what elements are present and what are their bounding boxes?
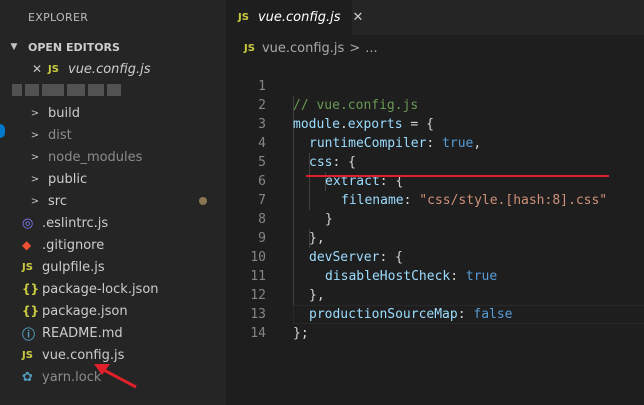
- json-file-icon: {}: [22, 304, 40, 318]
- code-line: 4 css: {: [258, 136, 356, 170]
- tree-file-readme[interactable]: ⓘ README.md: [0, 322, 226, 344]
- tree-label: node_modules: [48, 149, 143, 165]
- chevron-down-icon: ▼: [10, 42, 18, 52]
- tree-folder-public[interactable]: > public: [0, 168, 226, 190]
- breadcrumb: JS vue.config.js > ...: [244, 38, 378, 58]
- open-editor-item[interactable]: ✕ JS vue.config.js: [0, 58, 226, 80]
- chevron-right-icon: >: [30, 173, 40, 185]
- tree-label: gulpfile.js: [42, 259, 105, 275]
- info-icon: ⓘ: [22, 327, 36, 343]
- breadcrumb-file[interactable]: vue.config.js: [262, 41, 344, 56]
- tree-label: .eslintrc.js: [42, 215, 109, 231]
- tree-folder-node-modules[interactable]: > node_modules: [0, 146, 226, 168]
- open-editor-label: vue.config.js: [68, 61, 151, 77]
- modified-dot-icon: [199, 197, 207, 205]
- chevron-right-icon: >: [30, 129, 40, 141]
- tree-label: .gitignore: [42, 237, 105, 253]
- tree-file-gitignore[interactable]: ◆ .gitignore: [0, 234, 226, 256]
- redacted-folder-name: [12, 84, 121, 98]
- js-file-icon: JS: [238, 12, 249, 23]
- tree-folder-dist[interactable]: > dist: [0, 124, 226, 146]
- tree-label: README.md: [42, 325, 123, 341]
- code-line: 8 },: [258, 212, 325, 246]
- open-editors-label: OPEN EDITORS: [28, 40, 120, 54]
- explorer-sidebar: EXPLORER ▼ OPEN EDITORS ✕ JS vue.config.…: [0, 0, 226, 405]
- tree-file-package-lock[interactable]: {} package-lock.json: [0, 278, 226, 300]
- code-line: 12 productionSourceMap: false: [250, 288, 513, 322]
- git-icon: ◆: [22, 238, 32, 252]
- code-line: 5 extract: {: [258, 155, 404, 189]
- tree-folder-src[interactable]: > src: [0, 190, 226, 212]
- chevron-right-icon: >: [30, 151, 40, 163]
- chevron-right-icon: >: [30, 107, 40, 119]
- json-file-icon: {}: [22, 282, 40, 296]
- js-file-icon: JS: [22, 349, 33, 361]
- yarn-icon: ✿: [22, 369, 33, 385]
- code-line: 9 devServer: {: [258, 231, 403, 265]
- code-line: 6 filename: "css/style.[hash:8].css": [258, 174, 608, 208]
- breadcrumb-separator: >: [349, 40, 361, 56]
- js-file-icon: JS: [48, 63, 59, 75]
- chevron-right-icon: >: [30, 195, 40, 207]
- eslint-icon: ◎: [22, 215, 34, 231]
- js-file-icon: JS: [244, 42, 255, 54]
- red-arrow-annotation: [94, 364, 137, 389]
- tree-file-eslintrc[interactable]: ◎ .eslintrc.js: [0, 212, 226, 234]
- editor-area: JS vue.config.js ✕ JS vue.config.js > ..…: [226, 0, 644, 405]
- tree-file-gulpfile[interactable]: JS gulpfile.js: [0, 256, 226, 278]
- js-file-icon: JS: [22, 261, 33, 273]
- tree-label: package-lock.json: [42, 281, 159, 297]
- open-editors-header[interactable]: ▼ OPEN EDITORS: [0, 37, 226, 57]
- tree-label: build: [48, 105, 80, 121]
- code-line: 2 module.exports = {: [258, 98, 434, 132]
- code-line: 14: [250, 326, 266, 341]
- code-line: 3 runtimeCompiler: true,: [258, 117, 482, 151]
- tree-file-package-json[interactable]: {} package.json: [0, 300, 226, 322]
- close-icon[interactable]: ✕: [353, 10, 364, 25]
- tab-bar: JS vue.config.js ✕: [226, 0, 644, 35]
- tree-label: src: [48, 193, 67, 209]
- red-underline-annotation: [306, 175, 609, 177]
- code-line: 11 },: [250, 269, 325, 303]
- breadcrumb-more[interactable]: ...: [365, 41, 377, 56]
- tab-vue-config[interactable]: JS vue.config.js ✕: [226, 0, 363, 35]
- code-line: 13 };: [250, 307, 309, 341]
- explorer-title: EXPLORER: [28, 11, 89, 24]
- tree-label: public: [48, 171, 88, 187]
- tab-label: vue.config.js: [257, 10, 341, 25]
- tree-label: dist: [48, 127, 72, 143]
- tree-folder-build[interactable]: > build: [0, 102, 226, 124]
- close-icon[interactable]: ✕: [28, 62, 46, 76]
- tree-label: package.json: [42, 303, 128, 319]
- code-line: 1 // vue.config.js: [258, 79, 419, 113]
- code-line: 10 disableHostCheck: true: [250, 250, 498, 284]
